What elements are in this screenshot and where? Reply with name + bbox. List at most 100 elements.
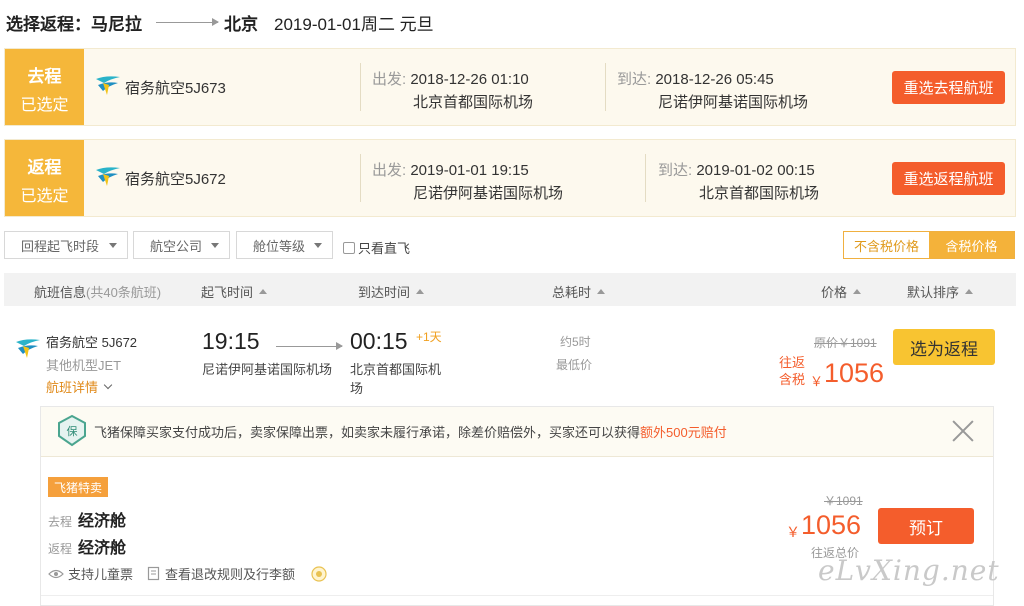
return-selected-bar: 返程 已选定 宿务航空5J672 出发: 2019-01-01 19:15 尼诺…: [4, 139, 1016, 217]
close-icon[interactable]: [951, 419, 975, 443]
flight-arrive-time: 00:15: [350, 328, 408, 354]
return-airline: 宿务航空5J672: [125, 171, 226, 188]
outbound-depart-airport: 北京首都国际机场: [413, 94, 534, 111]
outbound-arrive-airport: 尼诺伊阿基诺国际机场: [658, 94, 809, 111]
divider: [605, 63, 606, 111]
outbound-cabin-label: 去程: [48, 515, 73, 529]
refund-rules-link[interactable]: 查看退改规则及行李额: [165, 564, 295, 583]
outbound-arrive: 到达: 2018-12-26 05:45: [617, 68, 774, 89]
sort-default-label: 默认排序: [907, 285, 960, 300]
chevron-down-icon: [109, 243, 117, 248]
route-arrow-icon: [156, 18, 219, 26]
direct-only-checkbox[interactable]: 只看直飞: [343, 238, 410, 257]
sort-price-label: 价格: [821, 285, 848, 300]
sort-arrive-time[interactable]: 到达时间: [358, 282, 425, 301]
return-tag-status: 已选定: [20, 188, 69, 205]
time-slot-filter[interactable]: 回程起飞时段: [4, 231, 128, 259]
select-return-button[interactable]: 选为返程: [893, 329, 995, 365]
package-extras: 支持儿童票 查看退改规则及行李额: [48, 564, 333, 583]
sort-up-icon: [853, 289, 862, 294]
divider: [360, 63, 361, 111]
package-price: 1056: [801, 510, 862, 540]
flight-model: 其他机型JET: [46, 358, 122, 373]
cabin-filter[interactable]: 舱位等级: [236, 231, 333, 259]
price-label-line2: 含税: [779, 372, 806, 387]
col-flight-info-label: 航班信息: [34, 285, 87, 300]
plus-day-badge: +1天: [416, 330, 442, 344]
return-cabin: 返程 经济舱: [48, 534, 126, 558]
divider: [645, 154, 646, 202]
return-depart-time: 2019-01-01 19:15: [410, 162, 529, 179]
return-arrive-airport: 北京首都国际机场: [699, 185, 820, 202]
return-arrive-time: 2019-01-02 00:15: [696, 162, 815, 179]
sort-depart-time-label: 起飞时间: [201, 285, 254, 300]
price-label: 往返 含税: [779, 354, 805, 388]
guarantee-banner: 保 飞猪保障买家支付成功后，卖家保障出票，如卖家未履行承诺，除差价赔偿外，买家还…: [41, 407, 993, 457]
chevron-down-icon: [314, 243, 322, 248]
flight-row: 宿务航空 5J672 其他机型JET 航班详情 19:15 00:15 +1天 …: [4, 306, 1016, 406]
arrive-airport-line1: 北京首都国际机: [350, 362, 442, 377]
time-slot-filter-label: 回程起飞时段: [21, 238, 100, 254]
tax-included-option[interactable]: 含税价格: [929, 232, 1014, 258]
flight-duration: 约5时: [560, 335, 591, 349]
flight-arrow-icon: [276, 342, 343, 350]
flight-table-header: 航班信息 (共40条航班) 起飞时间 到达时间 总耗时 价格 默认排序: [4, 273, 1016, 306]
book-button[interactable]: 预订: [878, 508, 974, 544]
watermark: eLvXing.net: [818, 554, 1000, 587]
reselect-return-button[interactable]: 重选返程航班: [892, 162, 1005, 195]
outbound-tag-status: 已选定: [20, 97, 69, 114]
return-cabin-label: 返程: [48, 542, 73, 556]
guarantee-highlight: 额外500元赔付: [640, 425, 727, 440]
sort-duration[interactable]: 总耗时: [552, 282, 606, 301]
currency-symbol: ￥: [786, 524, 800, 540]
route-prefix: 选择返程：: [6, 15, 91, 34]
route-title: 选择返程： 马尼拉 北京 2019-01-01周二 元旦: [6, 10, 434, 35]
sort-default[interactable]: 默认排序: [907, 282, 974, 301]
flight-airline: 宿务航空 5J672: [46, 335, 138, 350]
sort-arrive-time-label: 到达时间: [358, 285, 411, 300]
outbound-cabin-value: 经济舱: [78, 513, 127, 530]
route-date: 2019-01-01周二 元旦: [274, 15, 434, 34]
document-icon: [147, 566, 160, 581]
route-from: 马尼拉: [91, 15, 142, 34]
package-original-price: ￥1091: [824, 494, 863, 508]
price-label-line1: 往返: [779, 355, 806, 370]
divider: [360, 154, 361, 202]
cebu-pacific-logo-icon: [96, 167, 120, 186]
outbound-cabin: 去程 经济舱: [48, 507, 126, 531]
tax-excluded-option[interactable]: 不含税价格: [844, 232, 929, 258]
outbound-airline: 宿务航空5J673: [125, 80, 226, 97]
checkbox-icon[interactable]: [343, 241, 355, 254]
flight-detail-label: 航班详情: [46, 380, 99, 395]
direct-only-label: 只看直飞: [358, 241, 411, 256]
guarantee-shield-icon: 保: [58, 414, 86, 447]
guarantee-text-main: 飞猪保障买家支付成功后，卖家保障出票，如卖家未履行承诺，除差价赔偿外，买家还可以…: [94, 425, 641, 440]
badge-icon: [311, 565, 327, 582]
outbound-tag-title: 去程: [27, 67, 62, 86]
deal-badge: 飞猪特卖: [48, 477, 109, 497]
return-tag: 返程 已选定: [5, 140, 84, 216]
outbound-selected-bar: 去程 已选定 宿务航空5J673 出发: 2018-12-26 01:10 北京…: [4, 48, 1016, 126]
flight-original-price: 原价￥1091: [814, 336, 877, 350]
col-flight-info: 航班信息 (共40条航班): [34, 282, 161, 301]
outbound-depart: 出发: 2018-12-26 01:10: [372, 68, 529, 89]
sort-up-icon: [416, 289, 425, 294]
flight-detail-link[interactable]: 航班详情: [46, 377, 113, 396]
guarantee-text: 飞猪保障买家支付成功后，卖家保障出票，如卖家未履行承诺，除差价赔偿外，买家还可以…: [94, 422, 727, 441]
outbound-arrive-time: 2018-12-26 05:45: [655, 71, 774, 88]
tax-price-toggle: 不含税价格 含税价格: [843, 231, 1015, 259]
flight-arrive-airport: 北京首都国际机 场: [350, 360, 441, 398]
outbound-depart-time: 2018-12-26 01:10: [410, 71, 529, 88]
currency-symbol: ￥: [810, 374, 824, 389]
reselect-outbound-button[interactable]: 重选去程航班: [892, 71, 1005, 104]
airline-filter[interactable]: 航空公司: [133, 231, 230, 259]
sort-price[interactable]: 价格: [821, 282, 862, 301]
lowest-price-tag: 最低价: [556, 358, 593, 372]
return-depart: 出发: 2019-01-01 19:15: [372, 159, 529, 180]
eye-icon: [48, 569, 64, 578]
cebu-pacific-logo-icon: [16, 339, 40, 358]
arrive-label: 到达:: [617, 71, 652, 88]
flight-count: (共40条航班): [86, 285, 162, 300]
cebu-pacific-logo-icon: [96, 76, 120, 95]
sort-depart-time[interactable]: 起飞时间: [201, 282, 268, 301]
